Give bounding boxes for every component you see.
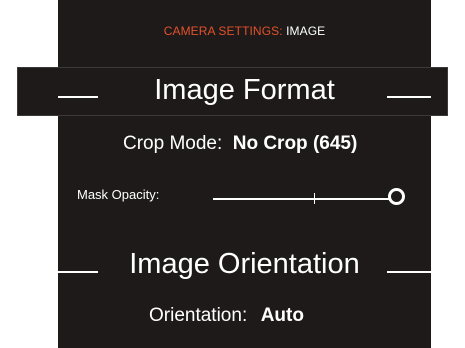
orientation-value[interactable]: Auto — [261, 305, 304, 326]
orientation-row[interactable]: Orientation: Auto — [149, 305, 304, 327]
crop-mode-value[interactable]: No Crop (645) — [233, 133, 358, 154]
image-orientation-title: Image Orientation — [129, 248, 360, 280]
mask-opacity-label: Mask Opacity: — [77, 187, 160, 202]
mask-opacity-slider-handle[interactable] — [388, 188, 405, 205]
camera-settings-panel — [58, 0, 431, 348]
mask-opacity-slider-track[interactable] — [213, 198, 396, 200]
header-category: CAMERA SETTINGS: — [163, 24, 283, 38]
section-divider-right — [387, 96, 431, 98]
header-page-title: IMAGE — [286, 24, 326, 38]
image-format-title: Image Format — [154, 74, 335, 106]
orientation-label: Orientation: — [149, 305, 248, 326]
screen-header: CAMERA SETTINGS: IMAGE — [58, 24, 431, 38]
crop-mode-row[interactable]: Crop Mode: No Crop (645) — [123, 133, 357, 155]
mask-opacity-slider-midpoint-tick — [314, 193, 315, 204]
section-divider-right — [387, 271, 431, 273]
crop-mode-label: Crop Mode: — [123, 133, 223, 154]
